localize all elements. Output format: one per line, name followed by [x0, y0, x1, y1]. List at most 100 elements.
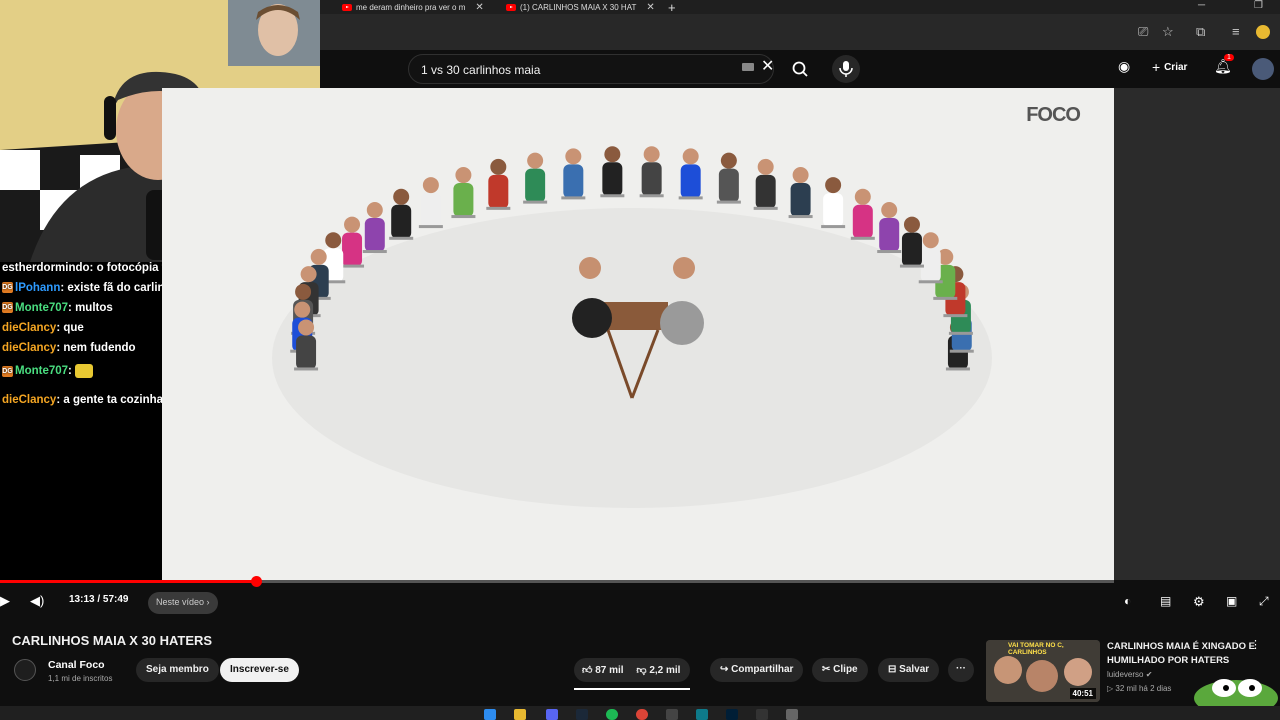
- obs-icon[interactable]: [666, 709, 678, 720]
- chat-text: multos: [75, 302, 113, 314]
- chapter-label: Neste vídeo: [156, 597, 205, 607]
- recommended-thumbnail[interactable]: VAI TOMAR NO C, CARLINHOS 40:51: [986, 640, 1100, 702]
- photoshop-icon[interactable]: [726, 709, 738, 720]
- chair: [523, 200, 548, 204]
- chair: [561, 196, 586, 200]
- chat-badge: DG: [2, 282, 13, 294]
- chapter-button[interactable]: Neste vídeo ›: [148, 592, 218, 614]
- channel-name[interactable]: Canal Foco: [48, 659, 105, 671]
- chat-message: DG Monte707:: [2, 364, 94, 378]
- person-head: [344, 216, 361, 233]
- keyboard-icon[interactable]: [742, 63, 754, 71]
- person-body: [525, 168, 546, 203]
- steam-icon[interactable]: [576, 709, 588, 720]
- file-explorer-icon[interactable]: [514, 709, 526, 720]
- share-label: Compartilhar: [731, 664, 794, 675]
- windows-start-icon[interactable]: [484, 709, 496, 720]
- person-head: [295, 283, 312, 300]
- chrome-icon[interactable]: [636, 709, 648, 720]
- maximize-icon[interactable]: ❐: [1254, 0, 1263, 11]
- volume-icon[interactable]: ◀︎): [30, 593, 44, 609]
- bookmark-star-icon[interactable]: ☆: [1162, 24, 1174, 40]
- search-box[interactable]: [408, 54, 774, 84]
- join-button[interactable]: Seja membro: [136, 658, 219, 682]
- video-info: CARLINHOS MAIA X 30 HATERS Canal Foco 1,…: [0, 624, 1280, 716]
- subscribe-button[interactable]: Inscrever-se: [220, 658, 299, 682]
- browser-tab-active[interactable]: (1) CARLINHOS MAIA X 30 HAT ✕: [506, 0, 654, 14]
- search-input[interactable]: [421, 63, 721, 77]
- chair: [933, 296, 958, 300]
- clip-button[interactable]: ✂ Clipe: [812, 658, 868, 682]
- spotify-icon[interactable]: [606, 709, 618, 720]
- settings-gear-icon[interactable]: ⚙: [1193, 594, 1205, 610]
- like-button[interactable]: 👍︎ 87 mil: [582, 665, 624, 676]
- person-head: [294, 301, 311, 318]
- minimize-icon[interactable]: ─: [1198, 0, 1205, 11]
- chair: [945, 367, 970, 371]
- person-head: [604, 146, 621, 163]
- close-tab-icon[interactable]: ✕: [475, 2, 483, 13]
- extensions-icon[interactable]: ⧉: [1196, 24, 1205, 40]
- person-head: [310, 248, 327, 265]
- dislike-button[interactable]: 👎︎ 2,2 mil: [636, 665, 680, 676]
- video-duration: 40:51: [1069, 688, 1096, 699]
- play-button[interactable]: ▶: [0, 593, 10, 609]
- person-head: [903, 216, 920, 233]
- chat-message: dieClancy: que: [2, 322, 84, 334]
- autoplay-toggle-icon[interactable]: ◐: [1124, 594, 1131, 608]
- person-body: [296, 335, 317, 370]
- chair: [788, 215, 813, 219]
- recommended-more-icon[interactable]: ⋮: [1250, 638, 1261, 651]
- notification-count-badge: 1: [1224, 54, 1234, 61]
- chair: [850, 236, 875, 240]
- more-actions-button[interactable]: ···: [948, 658, 974, 682]
- video-player[interactable]: FOCO: [162, 88, 1114, 580]
- miniplayer-icon[interactable]: ▣: [1226, 594, 1237, 608]
- recommended-channel-name: luideverso: [1107, 670, 1144, 679]
- person-body: [901, 232, 922, 267]
- chat-message: dieClancy: nem fudendo: [2, 342, 136, 354]
- channel-watermark: FOCO: [1026, 104, 1081, 126]
- edge-icon[interactable]: [696, 709, 708, 720]
- share-button[interactable]: ↪ Compartilhar: [710, 658, 804, 682]
- new-tab-button[interactable]: +: [668, 0, 676, 14]
- frog-emote-icon: [1194, 679, 1278, 716]
- browser-tab[interactable]: me deram dinheiro pra ver o m ✕: [342, 0, 502, 14]
- media-control-icon[interactable]: ≡: [1232, 24, 1240, 39]
- chair: [362, 250, 387, 254]
- person-body: [563, 164, 584, 199]
- minecraft-icon[interactable]: [786, 709, 798, 720]
- profile-avatar[interactable]: [1256, 25, 1270, 39]
- save-button[interactable]: ⊟ Salvar: [878, 658, 940, 682]
- progress-scrubber[interactable]: [250, 576, 262, 587]
- like-ratio-bar: [574, 688, 690, 690]
- fullscreen-icon[interactable]: ⤢: [1259, 594, 1269, 609]
- person-head: [854, 188, 871, 205]
- recommended-channel[interactable]: luideverso ✔: [1107, 670, 1152, 679]
- clear-search-icon[interactable]: ✕: [761, 56, 774, 76]
- verified-icon: ✔: [1145, 670, 1153, 679]
- second-webcam-image: [228, 0, 320, 66]
- tab-title: me deram dinheiro pra ver o m: [356, 2, 466, 12]
- person-body: [488, 174, 509, 209]
- chat-username: dieClancy: [2, 322, 57, 334]
- chair: [389, 236, 414, 240]
- discord-icon[interactable]: [546, 709, 558, 720]
- subtitles-icon[interactable]: ▤: [1160, 594, 1171, 608]
- recommended-title[interactable]: CARLINHOS MAIA É XINGADO E HUMILHADO POR…: [1107, 640, 1257, 668]
- save-label: Salvar: [899, 664, 930, 675]
- person-head: [825, 177, 842, 194]
- account-avatar[interactable]: [1252, 58, 1274, 80]
- close-tab-icon[interactable]: ✕: [646, 2, 654, 13]
- progress-bar[interactable]: [0, 576, 1114, 587]
- search-button[interactable]: [788, 54, 812, 84]
- eye-icon[interactable]: ◉: [1118, 58, 1130, 75]
- subscriber-count: 1,1 mi de inscritos: [48, 674, 113, 683]
- voice-search-button[interactable]: [832, 55, 860, 83]
- person-head: [298, 319, 315, 336]
- capcut-icon[interactable]: [756, 709, 768, 720]
- channel-avatar[interactable]: [14, 659, 36, 681]
- time-current: 13:13: [69, 594, 95, 605]
- install-app-icon[interactable]: ⎚: [1138, 24, 1148, 40]
- create-button[interactable]: + Criar: [1152, 59, 1187, 75]
